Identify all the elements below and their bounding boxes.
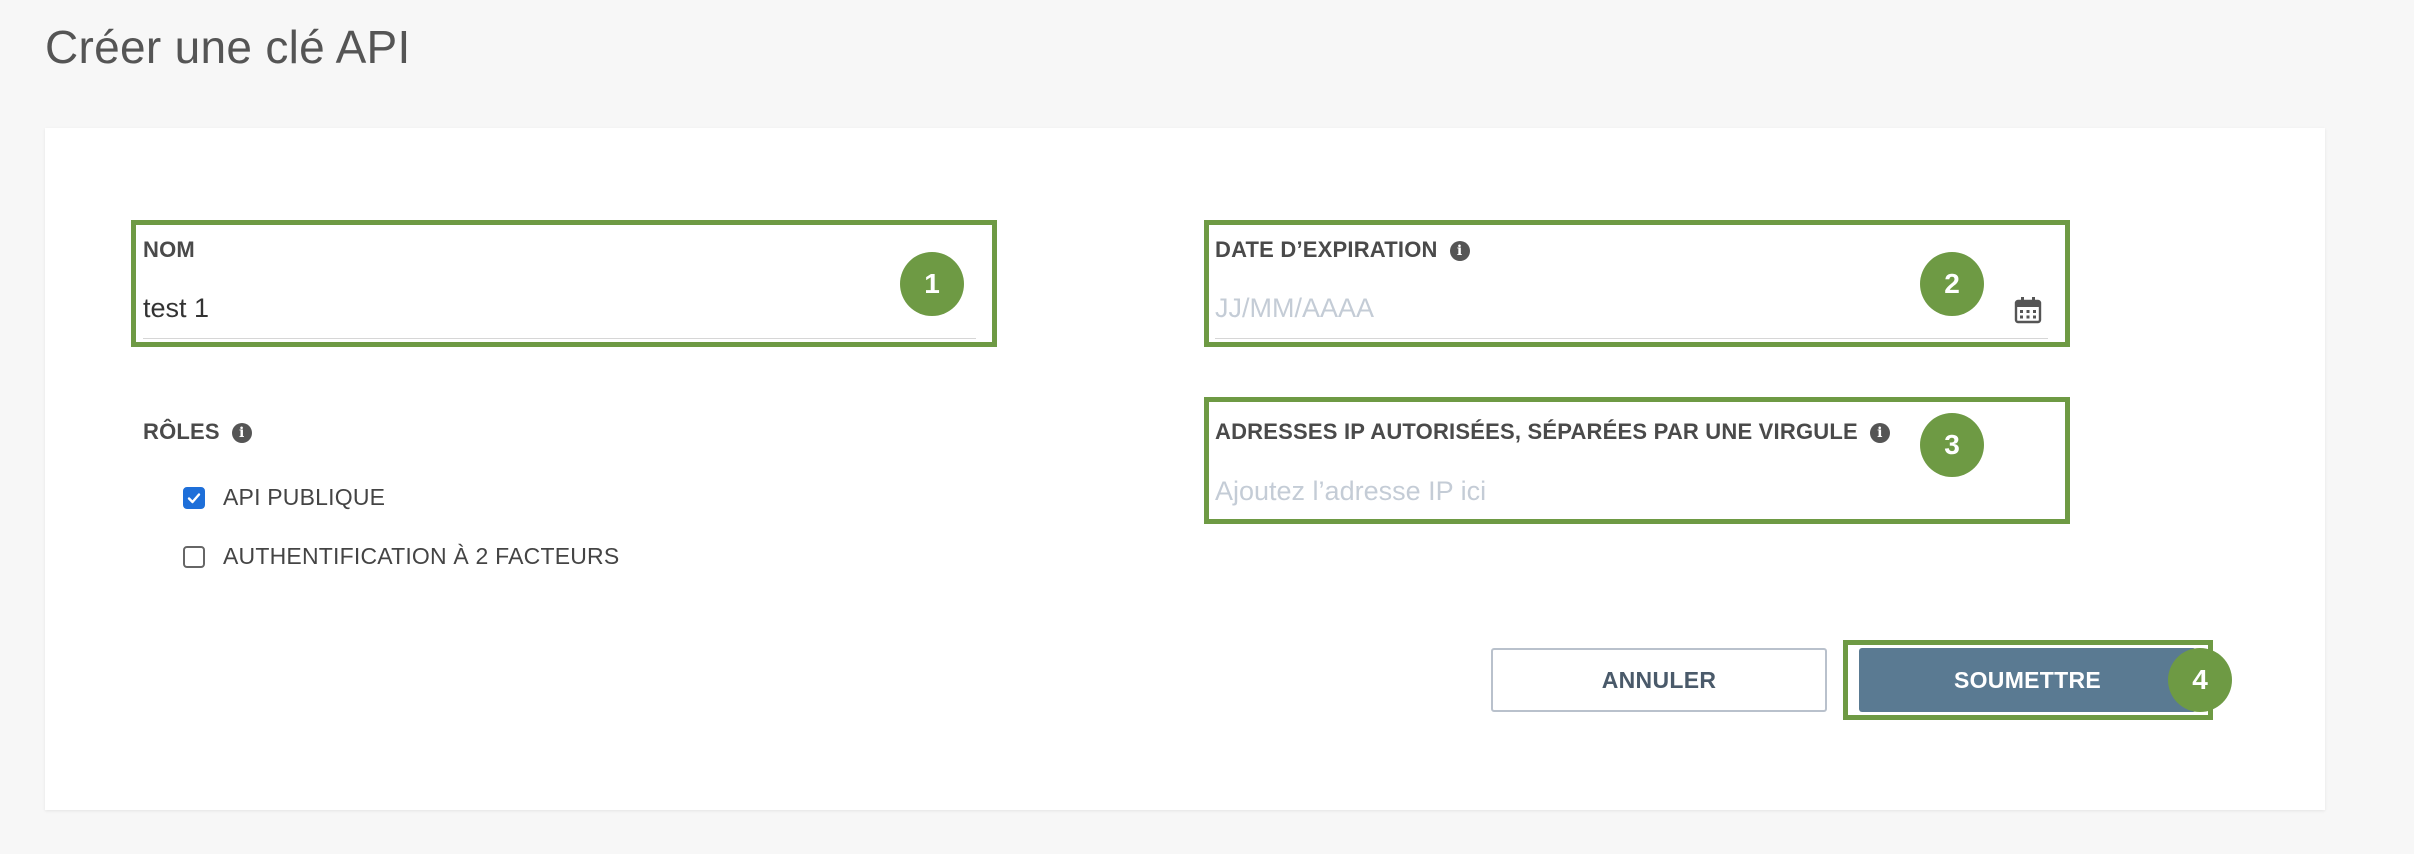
roles-label: RÔLES i bbox=[143, 419, 252, 445]
annotation-badge-1: 1 bbox=[900, 252, 964, 316]
name-label: NOM bbox=[143, 237, 195, 262]
annotation-box-name bbox=[131, 220, 997, 347]
roles-label-text: RÔLES bbox=[143, 419, 220, 444]
info-icon[interactable]: i bbox=[1449, 241, 1470, 261]
annotation-badge-3: 3 bbox=[1920, 413, 1984, 477]
ip-label-text: ADRESSES IP AUTORISÉES, SÉPARÉES PAR UNE… bbox=[1215, 419, 1858, 444]
ip-label: ADRESSES IP AUTORISÉES, SÉPARÉES PAR UNE… bbox=[1215, 419, 1890, 445]
ip-addresses-input[interactable] bbox=[1215, 473, 2035, 509]
info-icon[interactable]: i bbox=[1869, 423, 1890, 443]
checkmark-icon bbox=[187, 492, 201, 503]
expiration-date-input[interactable] bbox=[1215, 290, 1975, 326]
cancel-button[interactable]: ANNULER bbox=[1491, 648, 1827, 712]
submit-button[interactable]: SOUMETTRE bbox=[1859, 648, 2196, 712]
name-input-underline bbox=[143, 338, 976, 339]
two-factor-checkbox[interactable] bbox=[183, 545, 205, 568]
annotation-badge-4: 4 bbox=[2168, 648, 2232, 712]
annotation-badge-2: 2 bbox=[1920, 252, 1984, 316]
two-factor-label: AUTHENTIFICATION À 2 FACTEURS bbox=[223, 543, 620, 569]
expiration-input-underline bbox=[1215, 338, 2048, 339]
info-icon[interactable]: i bbox=[231, 423, 252, 443]
public-api-label: API PUBLIQUE bbox=[223, 484, 386, 510]
role-item-2fa[interactable]: AUTHENTIFICATION À 2 FACTEURS bbox=[183, 543, 619, 570]
name-input[interactable] bbox=[143, 290, 963, 326]
role-item-public-api[interactable]: API PUBLIQUE bbox=[183, 484, 385, 511]
expiration-label: DATE D’EXPIRATION i bbox=[1215, 237, 1470, 263]
public-api-checkbox[interactable] bbox=[183, 486, 205, 509]
expiration-label-text: DATE D’EXPIRATION bbox=[1215, 237, 1438, 262]
calendar-icon[interactable] bbox=[2014, 296, 2042, 324]
page-title: Créer une clé API bbox=[45, 21, 411, 73]
